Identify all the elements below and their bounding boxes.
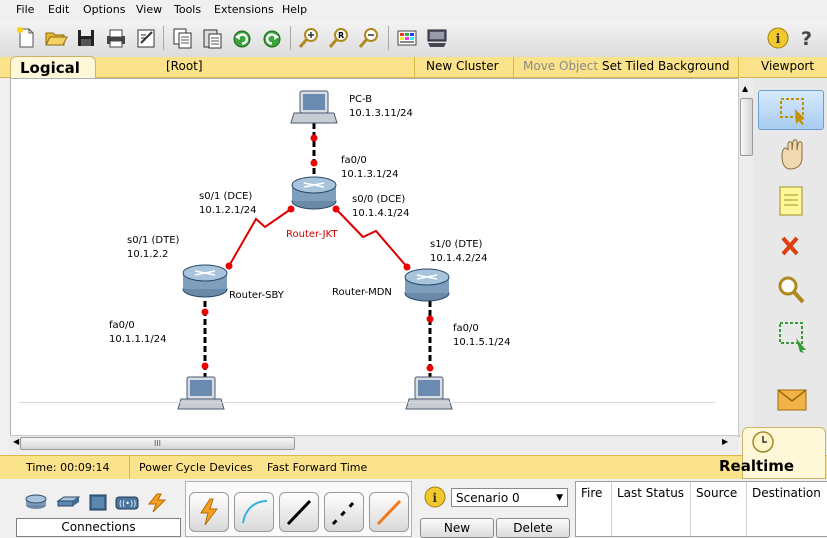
sby-s01-label: s0/1 (DTE) 10.1.2.2 <box>127 235 180 260</box>
column-last-status[interactable]: Last Status <box>617 486 684 500</box>
logical-workspace[interactable]: PC-B 10.1.3.11/24 fa0/0 10.1.3.1/24 s0/1 (… <box>10 78 740 437</box>
scenario-selected: Scenario 0 <box>456 491 520 505</box>
connections-label: Connections <box>16 518 181 537</box>
svg-text:i: i <box>433 491 438 505</box>
info-icon[interactable]: i <box>766 26 790 50</box>
scenario-dropdown[interactable]: Scenario 0 ▼ <box>451 488 568 507</box>
svg-text:((•)): ((•)) <box>119 499 136 508</box>
scroll-left-arrow-icon[interactable]: ◀ <box>13 437 19 446</box>
hub-category-icon[interactable] <box>87 493 109 511</box>
select-icon[interactable] <box>758 90 824 130</box>
copy-icon[interactable] <box>170 26 194 50</box>
column-source[interactable]: Source <box>696 486 737 500</box>
svg-text:i: i <box>776 32 781 47</box>
menu-help[interactable]: Help <box>282 3 307 16</box>
new-icon[interactable] <box>14 26 38 50</box>
mdn-fa-label: fa0/0 10.1.5.1/24 <box>453 323 511 348</box>
open-icon[interactable] <box>44 26 68 50</box>
svg-text:?: ? <box>801 28 812 50</box>
viewport-button[interactable]: Viewport <box>761 59 814 73</box>
sby-fa-label: fa0/0 10.1.1.1/24 <box>109 320 167 345</box>
toolbar: R i ? <box>0 20 827 58</box>
svg-text:R: R <box>338 31 344 40</box>
jkt-s01-label: s0/1 (DCE) 10.1.2.1/24 <box>199 191 257 216</box>
router-mdn-label: Router-MDN <box>332 287 392 298</box>
vertical-scrollbar[interactable]: ▲ <box>738 78 754 435</box>
column-fire[interactable]: Fire <box>581 486 602 500</box>
fast-forward-time-button[interactable]: Fast Forward Time <box>267 461 367 474</box>
router-category-icon[interactable] <box>25 493 47 511</box>
new-cluster-button[interactable]: New Cluster <box>426 59 499 73</box>
pdu-list-table[interactable]: Fire Last Status Source Destination <box>575 481 827 537</box>
router-mdn-device[interactable] <box>404 268 450 302</box>
paste-icon[interactable] <box>200 26 224 50</box>
move-layout-icon[interactable] <box>758 136 822 174</box>
pc-mdn-device[interactable] <box>405 376 453 410</box>
scroll-up-arrow-icon[interactable]: ▲ <box>742 84 748 93</box>
vertical-scroll-thumb[interactable] <box>740 98 753 156</box>
delete-scenario-button[interactable]: Delete <box>496 518 570 538</box>
router-jkt-label: Router-JKT <box>286 229 338 240</box>
jkt-s00-label: s0/0 (DCE) 10.1.4.1/24 <box>352 194 410 219</box>
fiber-cable-icon[interactable] <box>369 492 409 532</box>
note-icon[interactable] <box>758 182 822 220</box>
right-toolbar <box>753 78 827 450</box>
auto-connection-icon[interactable] <box>189 492 229 532</box>
root-breadcrumb[interactable]: [Root] <box>166 59 203 73</box>
custom-device-icon[interactable] <box>425 26 449 50</box>
chevron-down-icon: ▼ <box>556 493 563 503</box>
horizontal-scrollbar[interactable]: ◀ III ▶ <box>10 435 738 451</box>
scenario-info-icon[interactable]: i <box>424 486 446 508</box>
menu-edit[interactable]: Edit <box>48 3 69 16</box>
power-cycle-devices-button[interactable]: Power Cycle Devices <box>139 461 253 474</box>
column-destination[interactable]: Destination <box>752 486 821 500</box>
console-cable-icon[interactable] <box>234 492 274 532</box>
switch-category-icon[interactable] <box>56 493 81 511</box>
menu-extensions[interactable]: Extensions <box>214 3 274 16</box>
logical-workspace-bar: [Root] New Cluster Move Object Set Tiled… <box>0 57 827 78</box>
logical-tab-label: Logical <box>20 59 80 77</box>
zoom-reset-icon[interactable]: R <box>327 26 351 50</box>
menu-view[interactable]: View <box>136 3 162 16</box>
zoom-out-icon[interactable] <box>357 26 381 50</box>
pc-b-label: PC-B 10.1.3.11/24 <box>349 94 413 119</box>
router-jkt-device[interactable] <box>291 176 337 210</box>
menu-bar: File Edit Options View Tools Extensions … <box>0 0 827 20</box>
horizontal-scroll-thumb[interactable]: III <box>20 437 295 450</box>
menu-tools[interactable]: Tools <box>174 3 201 16</box>
connections-category-icon[interactable] <box>145 493 167 513</box>
set-tiled-background-button[interactable]: Set Tiled Background <box>602 59 730 73</box>
workspace-border-line <box>19 402 715 403</box>
delete-icon[interactable] <box>758 228 822 266</box>
router-sby-device[interactable] <box>182 264 228 298</box>
menu-file[interactable]: File <box>16 3 34 16</box>
pc-sby-device[interactable] <box>177 376 225 410</box>
simulation-time: Time: 00:09:14 <box>26 461 110 474</box>
redo-icon[interactable] <box>260 26 284 50</box>
status-bar: Time: 00:09:14 Power Cycle Devices Fast … <box>0 455 827 481</box>
move-object-button[interactable]: Move Object <box>523 59 598 73</box>
resize-shape-icon[interactable] <box>758 318 822 356</box>
copper-cross-over-icon[interactable] <box>324 492 364 532</box>
palette-icon[interactable] <box>395 26 419 50</box>
print-icon[interactable] <box>104 26 128 50</box>
jkt-fa-label: fa0/0 10.1.3.1/24 <box>341 155 399 180</box>
mdn-s10-label: s1/0 (DTE) 10.1.4.2/24 <box>430 239 488 264</box>
add-simple-pdu-icon[interactable] <box>758 384 822 422</box>
clock-icon <box>751 430 775 454</box>
menu-options[interactable]: Options <box>83 3 125 16</box>
inspect-icon[interactable] <box>758 272 822 310</box>
activity-wizard-icon[interactable] <box>134 26 158 50</box>
zoom-in-icon[interactable] <box>297 26 321 50</box>
wireless-category-icon[interactable]: ((•)) <box>115 493 139 511</box>
undo-icon[interactable] <box>230 26 254 50</box>
help-icon[interactable]: ? <box>796 26 820 50</box>
save-icon[interactable] <box>74 26 98 50</box>
realtime-label: Realtime <box>719 457 795 475</box>
new-scenario-button[interactable]: New <box>420 518 494 538</box>
copper-straight-through-icon[interactable] <box>279 492 319 532</box>
scroll-right-arrow-icon[interactable]: ▶ <box>722 437 728 446</box>
router-sby-label: Router-SBY <box>229 290 284 301</box>
pc-b-device[interactable] <box>290 90 338 124</box>
